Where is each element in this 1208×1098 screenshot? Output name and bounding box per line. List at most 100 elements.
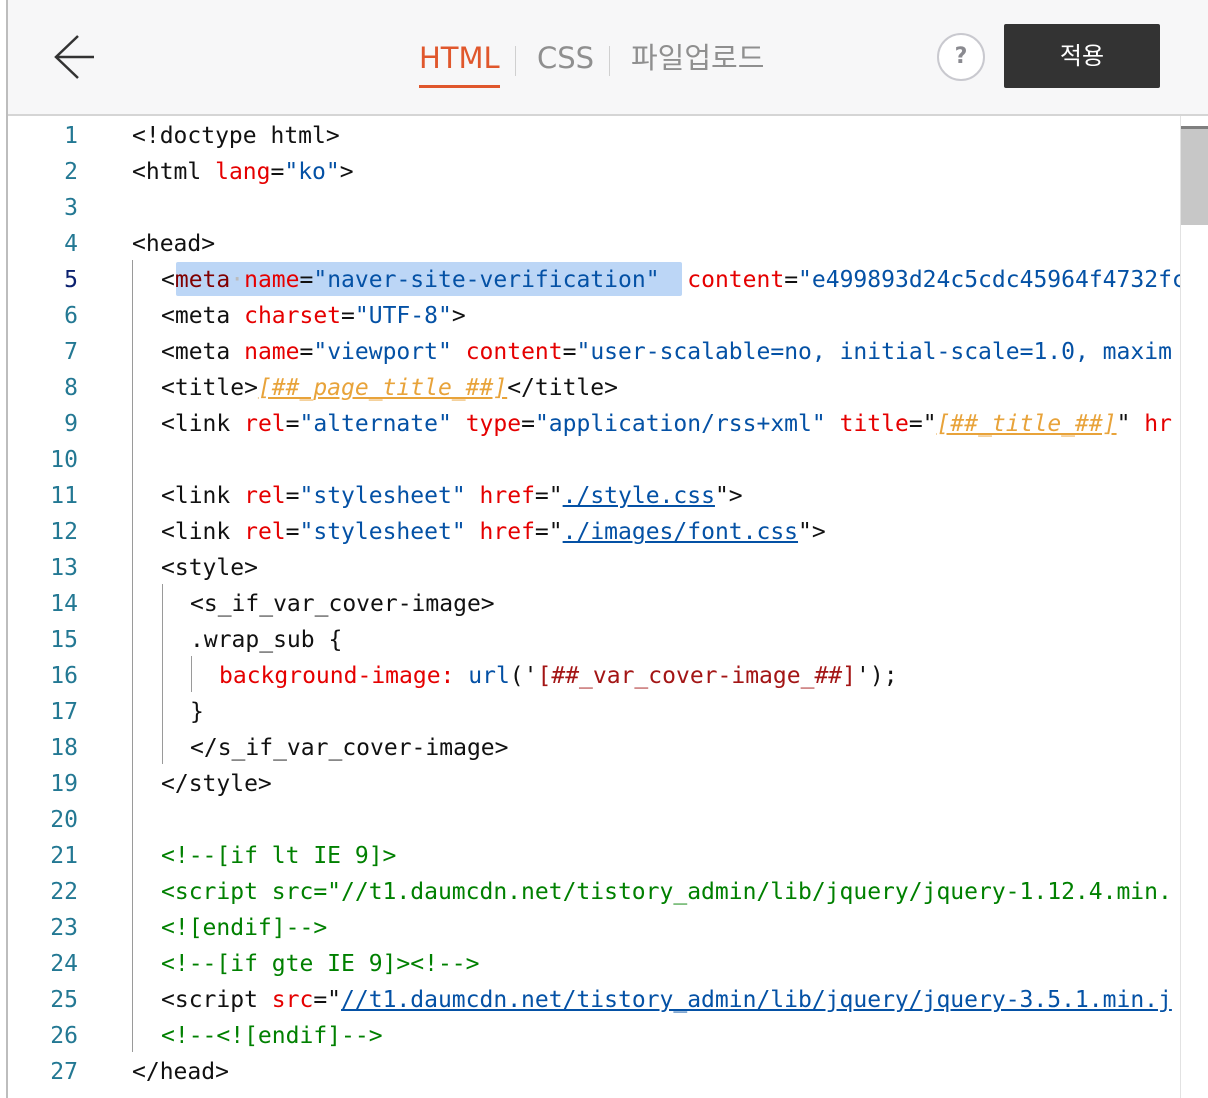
code-line[interactable]: .wrap_sub {: [190, 622, 342, 658]
code-line[interactable]: <link rel="alternate" type="application/…: [161, 406, 1172, 442]
line-number: 27: [50, 1059, 78, 1085]
code-line[interactable]: <link rel="stylesheet" href="./style.css…: [161, 478, 743, 514]
code-token: "viewport": [313, 339, 452, 365]
line-number: 23: [50, 915, 78, 941]
indent-guide: [162, 584, 163, 764]
code-token: charset: [244, 303, 342, 329]
line-number: 4: [64, 231, 78, 257]
back-button[interactable]: [52, 30, 108, 84]
code-line[interactable]: <s_if_var_cover-image>: [190, 586, 495, 622]
apply-button[interactable]: 적용: [1004, 24, 1160, 88]
code-token: >: [451, 303, 466, 329]
code-token: ": [1116, 411, 1145, 437]
tab-file-upload[interactable]: 파일업로드: [631, 38, 764, 78]
code-line[interactable]: <html lang="ko">: [132, 154, 354, 190]
code-token: </style>: [161, 771, 272, 797]
code-token: content: [465, 339, 563, 365]
code-line[interactable]: }: [190, 694, 204, 730]
code-line[interactable]: <!--[if lt IE 9]>: [161, 838, 396, 874]
code-token: rel: [244, 411, 286, 437]
code-token: background-image:: [219, 663, 469, 689]
line-number: 26: [50, 1023, 78, 1049]
code-line[interactable]: <meta charset="UTF-8">: [161, 298, 466, 334]
code-token: ');: [856, 663, 898, 689]
code-token: =: [285, 519, 300, 545]
code-token: href: [479, 519, 535, 545]
code-token: lang: [215, 159, 271, 185]
code-token: rel: [244, 483, 286, 509]
code-token: name: [244, 339, 300, 365]
code-token: href: [479, 483, 535, 509]
code-token: <script: [161, 987, 272, 1013]
code-token: "UTF-8": [354, 303, 452, 329]
code-token: <s_if_var_cover-image>: [190, 591, 495, 617]
code-line[interactable]: <link rel="stylesheet" href="./images/fo…: [161, 514, 826, 550]
code-token: "alternate": [299, 411, 452, 437]
code-token: <link: [161, 483, 245, 509]
vertical-scrollbar[interactable]: [1180, 116, 1208, 1098]
code-token: src: [271, 987, 314, 1013]
code-token: meta: [174, 267, 231, 293]
code-line[interactable]: <title>[##_page_title_##]</title>: [161, 370, 618, 406]
code-line[interactable]: <!doctype html>: [132, 118, 340, 154]
arrow-left-icon: [54, 35, 94, 79]
code-line[interactable]: <style>: [161, 550, 258, 586]
code-token: "stylesheet": [299, 519, 466, 545]
code-token: "stylesheet": [299, 483, 466, 509]
code-token: <![endif]-->: [161, 915, 328, 941]
code-token: =: [784, 267, 799, 293]
line-number: 2: [64, 159, 78, 185]
code-line[interactable]: <![endif]-->: [161, 910, 327, 946]
code-token: <script src="//t1.daumcdn.net/tistory_ad…: [161, 879, 1172, 905]
line-number: 1: [64, 123, 78, 149]
code-token: </head>: [132, 1059, 229, 1085]
scrollbar-thumb[interactable]: [1181, 126, 1208, 225]
code-token: =": [908, 411, 937, 437]
code-token: ./style.css: [562, 483, 715, 509]
line-number: 18: [50, 735, 78, 761]
code-token: =: [299, 267, 314, 293]
code-token: =: [285, 483, 300, 509]
line-number: 14: [50, 591, 78, 617]
code-token: <: [161, 267, 175, 293]
code-token: }: [190, 699, 204, 725]
code-line[interactable]: <!--[if gte IE 9]><!-->: [161, 946, 480, 982]
code-line[interactable]: <meta name="viewport" content="user-scal…: [161, 334, 1172, 370]
code-token: url: [468, 663, 510, 689]
code-token: ./images/font.css: [562, 519, 799, 545]
code-line[interactable]: </head>: [132, 1054, 229, 1090]
code-token: =: [285, 411, 300, 437]
code-token: =: [341, 303, 355, 329]
line-number: 6: [64, 303, 78, 329]
help-button[interactable]: ?: [937, 33, 985, 81]
line-number: 10: [50, 447, 78, 473]
code-line[interactable]: <!--<![endif]-->: [161, 1018, 383, 1054]
tab-css[interactable]: CSS: [537, 38, 594, 78]
code-token: =: [299, 339, 314, 365]
code-line[interactable]: </style>: [161, 766, 272, 802]
code-token: "application/rss+xml": [534, 411, 826, 437]
code-line[interactable]: background-image: url('[##_var_cover-ima…: [219, 658, 898, 694]
code-token: //t1.daumcdn.net/tistory_admin/lib/jquer…: [341, 987, 1172, 1013]
code-token: [##_title_##]: [936, 411, 1117, 437]
code-token: ">: [714, 483, 743, 509]
code-token: ">: [798, 519, 826, 545]
code-line[interactable]: </s_if_var_cover-image>: [190, 730, 509, 766]
code-token: (': [509, 663, 538, 689]
code-token: content: [687, 267, 785, 293]
code-line[interactable]: <script src="//t1.daumcdn.net/tistory_ad…: [161, 874, 1172, 910]
code-editor-window: HTML CSS 파일업로드 ? 적용 1 2 3 4 5 6 7 8 9 10 11 12 13 14 1…: [0, 0, 1208, 1098]
code-editor[interactable]: 1 2 3 4 5 6 7 8 9 10 11 12 13 14 15 16 17 18 19 20 21 22 23 24 2…: [8, 116, 1208, 1098]
code-line[interactable]: <head>: [132, 226, 215, 262]
tab-html[interactable]: HTML: [419, 38, 500, 88]
code-line[interactable]: <script src="//t1.daumcdn.net/tistory_ad…: [161, 982, 1172, 1018]
code-line[interactable]: <meta·name="naver-site-verification" con…: [161, 262, 1186, 298]
line-number: 9: [64, 411, 78, 437]
line-number: 20: [50, 807, 78, 833]
line-number: 16: [50, 663, 78, 689]
code-token: "naver-site-verification": [313, 267, 660, 293]
line-number: 24: [50, 951, 78, 977]
